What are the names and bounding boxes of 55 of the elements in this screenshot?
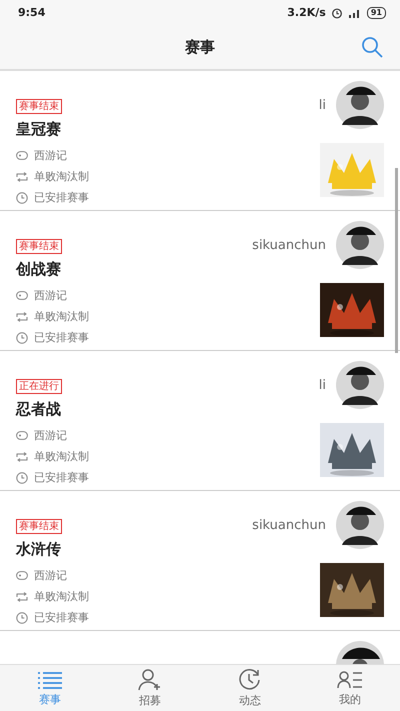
history-icon <box>238 668 262 690</box>
repeat-icon <box>16 312 28 322</box>
event-name: 创战赛 <box>16 260 61 279</box>
schedule-status: 已安排赛事 <box>34 470 89 485</box>
signal-icon <box>348 8 362 18</box>
clock-icon <box>16 612 28 624</box>
schedule-status: 已安排赛事 <box>34 190 89 205</box>
status-tag: 正在进行 <box>16 379 62 394</box>
repeat-icon <box>16 172 28 182</box>
user-list-icon <box>337 670 363 690</box>
tab[interactable]: 动态 <box>200 665 300 711</box>
game-name: 西游记 <box>34 288 67 303</box>
tab[interactable]: 招募 <box>100 665 200 711</box>
schedule-status: 已安排赛事 <box>34 610 89 625</box>
gamepad-icon <box>16 151 28 160</box>
schedule-status: 已安排赛事 <box>34 330 89 345</box>
user-name: li <box>318 98 326 112</box>
search-icon[interactable] <box>360 35 384 59</box>
game-name: 西游记 <box>34 428 67 443</box>
event-card[interactable]: 赛事结束 创战赛 西游记 单败淘汰制 已安排赛事 sikuanchun <box>0 211 400 351</box>
repeat-icon <box>16 452 28 462</box>
event-card[interactable]: 赛事结束 水浒传 西游记 单败淘汰制 已安排赛事 sikuanchun <box>0 491 400 631</box>
event-name: 水浒传 <box>16 540 61 559</box>
gamepad-icon <box>16 571 28 580</box>
status-tag: 赛事结束 <box>16 239 62 254</box>
game-name: 西游记 <box>34 148 67 163</box>
tournament-format: 单败淘汰制 <box>34 309 89 324</box>
event-name: 皇冠赛 <box>16 120 61 139</box>
tournament-format: 单败淘汰制 <box>34 169 89 184</box>
tab[interactable]: 我的 <box>300 665 400 711</box>
network-speed: 3.2K/s <box>287 6 326 19</box>
event-card[interactable]: 赛事结束 皇冠赛 西游记 单败淘汰制 已安排赛事 li <box>0 71 400 211</box>
user-name: li <box>318 378 326 392</box>
user-name: sikuanchun <box>252 518 326 532</box>
clock-icon <box>16 472 28 484</box>
clock-icon <box>16 192 28 204</box>
status-tag: 赛事结束 <box>16 519 62 534</box>
scrollbar[interactable] <box>395 168 398 353</box>
tournament-format: 单败淘汰制 <box>34 449 89 464</box>
add-user-icon <box>138 668 162 690</box>
user-name: sikuanchun <box>252 238 326 252</box>
gamepad-icon <box>16 291 28 300</box>
game-name: 西游记 <box>34 568 67 583</box>
alarm-icon <box>330 6 343 18</box>
event-name: 忍者战 <box>16 400 61 419</box>
tournament-format: 单败淘汰制 <box>34 589 89 604</box>
gamepad-icon <box>16 431 28 440</box>
event-card[interactable]: 正在进行 忍者战 西游记 单败淘汰制 已安排赛事 li <box>0 351 400 491</box>
battery-indicator: 91 <box>366 6 386 18</box>
clock-icon <box>16 332 28 344</box>
status-time: 9:54 <box>18 6 46 19</box>
page-title: 赛事 <box>185 38 215 56</box>
status-tag: 赛事结束 <box>16 99 62 114</box>
repeat-icon <box>16 592 28 602</box>
list-icon <box>37 670 63 690</box>
